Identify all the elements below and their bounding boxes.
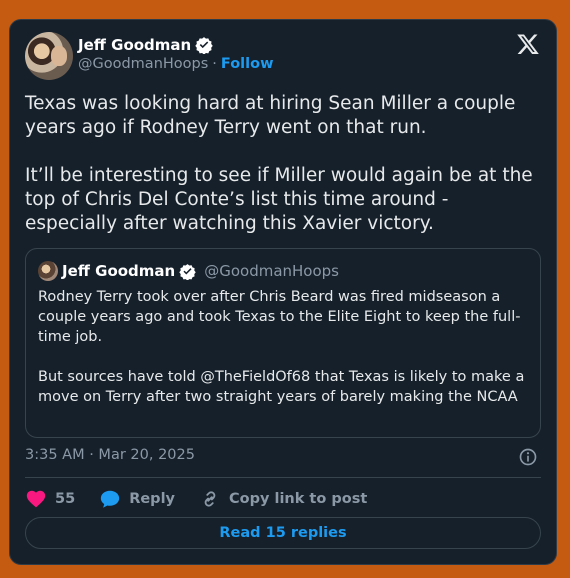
info-icon[interactable]	[518, 447, 538, 467]
timestamp[interactable]: 3:35 AM · Mar 20, 2025	[25, 447, 195, 463]
avatar[interactable]	[25, 32, 73, 80]
x-logo-icon[interactable]	[516, 32, 540, 56]
action-bar: 55 Reply Copy link to post	[25, 488, 391, 510]
heart-icon	[26, 490, 46, 508]
quoted-avatar	[38, 261, 58, 281]
author-name[interactable]: Jeff Goodman	[78, 36, 191, 54]
like-count: 55	[55, 491, 76, 507]
quoted-tweet[interactable]: Jeff Goodman @GoodmanHoops Rodney Terry …	[25, 248, 541, 438]
divider	[25, 477, 541, 478]
reply-button[interactable]: Reply	[99, 488, 175, 510]
copy-link-button[interactable]: Copy link to post	[199, 488, 367, 510]
copy-link-label: Copy link to post	[229, 491, 368, 507]
verified-badge-icon	[195, 37, 213, 54]
follow-button[interactable]: Follow	[221, 56, 274, 72]
reply-label: Reply	[129, 491, 175, 507]
read-replies-button[interactable]: Read 15 replies	[25, 517, 541, 549]
tweet-text: Texas was looking hard at hiring Sean Mi…	[25, 93, 533, 234]
link-icon	[204, 491, 216, 507]
tweet-card: Jeff Goodman @GoodmanHoops · Follow Texas …	[9, 19, 557, 565]
author-handle-line: @GoodmanHoops · Follow	[78, 56, 273, 72]
separator: ·	[212, 56, 217, 72]
reply-bubble-icon	[101, 490, 120, 508]
quoted-author-name: Jeff Goodman	[62, 262, 176, 280]
author-name-line: Jeff Goodman	[78, 36, 213, 54]
quoted-author-handle: @GoodmanHoops	[204, 262, 339, 280]
quoted-tweet-text: Rodney Terry took over after Chris Beard…	[38, 289, 525, 405]
author-handle[interactable]: @GoodmanHoops	[78, 56, 208, 72]
like-button[interactable]: 55	[25, 488, 75, 510]
verified-badge-icon	[179, 263, 196, 280]
quoted-tweet-header: Jeff Goodman @GoodmanHoops	[38, 261, 339, 281]
